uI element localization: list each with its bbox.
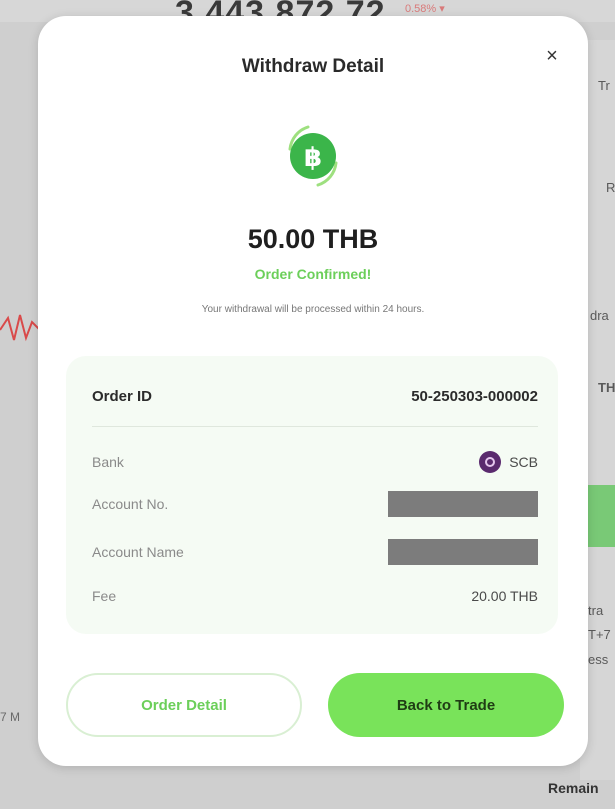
processing-note: Your withdrawal will be processed within… <box>201 304 425 315</box>
order-id-value: 50-250303-000002 <box>411 388 538 405</box>
svg-text:฿: ฿ <box>304 143 322 173</box>
fee-row: Fee 20.00 THB <box>92 588 538 604</box>
account-no-label: Account No. <box>92 496 169 512</box>
background-text: dra <box>590 308 609 323</box>
account-name-redacted <box>388 539 538 565</box>
divider <box>92 426 538 427</box>
modal-title: Withdraw Detail <box>241 56 385 77</box>
order-status: Order Confirmed! <box>254 266 372 282</box>
bank-value: SCB <box>479 451 538 473</box>
fee-value: 20.00 THB <box>471 588 538 604</box>
bank-row: Bank SCB <box>92 451 538 473</box>
back-to-trade-button[interactable]: Back to Trade <box>328 673 564 737</box>
background-text: tra <box>588 603 604 618</box>
background-text: 7 M <box>0 710 21 724</box>
order-info-card: Order ID 50-250303-000002 Bank SCB Accou… <box>66 356 558 634</box>
bank-name: SCB <box>509 454 538 470</box>
background-text: TH <box>598 380 615 395</box>
baht-coin-icon: ฿ <box>268 111 358 201</box>
withdraw-amount: 50.00 THB <box>247 224 379 254</box>
background-text: R <box>606 180 615 195</box>
bank-label: Bank <box>92 454 124 470</box>
scb-bank-icon <box>479 451 502 473</box>
background-text: Remain <box>548 780 599 796</box>
background-sparkline <box>0 314 40 342</box>
order-id-label: Order ID <box>92 388 153 405</box>
background-change: 0.58% ▾ <box>405 3 445 15</box>
account-no-row: Account No. <box>92 491 538 517</box>
background-text: ess <box>588 652 609 667</box>
account-name-label: Account Name <box>92 544 184 560</box>
order-id-row: Order ID 50-250303-000002 <box>92 388 538 405</box>
background-text: Tr <box>598 78 610 93</box>
withdraw-detail-modal: × Withdraw Detail ฿ 50.00 THB Order Conf… <box>38 16 588 766</box>
account-name-row: Account Name <box>92 539 538 565</box>
account-no-redacted <box>388 491 538 517</box>
fee-label: Fee <box>92 588 117 604</box>
background-text: T+7 <box>588 627 611 642</box>
order-detail-button[interactable]: Order Detail <box>66 673 302 737</box>
